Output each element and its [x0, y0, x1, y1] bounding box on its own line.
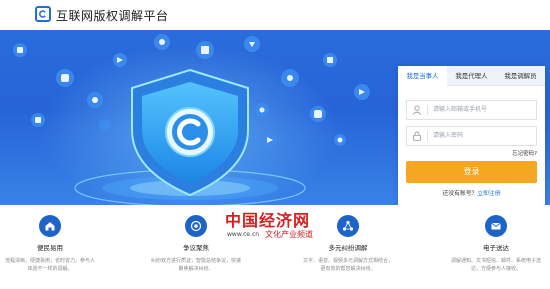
hero-banner: 我是当事人 我是代理人 我是调解员 忘记密码? 登录 还没有账号？立即注册	[0, 30, 550, 205]
feature-title: 便民易用	[37, 244, 63, 252]
register-prompt-text: 还没有账号？	[442, 191, 478, 197]
password-field[interactable]	[406, 126, 537, 146]
house-icon	[39, 215, 61, 237]
account-input[interactable]	[433, 101, 533, 119]
user-icon	[412, 105, 422, 115]
feature-title: 电子送达	[483, 244, 509, 252]
login-card: 我是当事人 我是代理人 我是调解员 忘记密码? 登录 还没有账号？立即注册	[398, 66, 545, 205]
lock-icon	[413, 131, 421, 141]
register-prompt: 还没有账号？立即注册	[398, 188, 545, 197]
password-input[interactable]	[433, 127, 533, 145]
watermark-brand: 中国经济网	[225, 211, 311, 230]
login-role-tabs: 我是当事人 我是代理人 我是调解员	[398, 66, 545, 86]
register-link[interactable]: 立即注册	[477, 191, 500, 197]
feature-desc: 调解通知、文书短信、邮件、系统电子送达，方便参与人接收。	[450, 258, 541, 272]
target-icon	[185, 215, 207, 237]
feature-item: 便民易用 流程清晰，便捷易用，省时省力，参与人体验不一样的调解。	[0, 205, 100, 273]
watermark-url: www.ce.cn	[227, 231, 260, 238]
tab-mediator[interactable]: 我是调解员	[496, 66, 545, 86]
feature-desc: 文字、语音、视频多元调解方式相结合，更有效的帮您解决纠纷。	[302, 258, 393, 272]
ce-watermark: 中国经济网 www.ce.cn 文化产业频道	[225, 207, 345, 247]
tab-party[interactable]: 我是当事人	[398, 66, 447, 86]
feature-desc: 纠纷双方进行质证，智能总结争议，快速聚焦解决纠纷。	[150, 258, 241, 272]
field-divider	[427, 105, 428, 115]
tab-agent[interactable]: 我是代理人	[447, 66, 496, 86]
forgot-password-link[interactable]: 忘记密码?	[512, 149, 537, 157]
login-button[interactable]: 登录	[406, 161, 537, 183]
watermark-channel: 文化产业频道	[265, 230, 313, 239]
feature-item: 电子送达 调解通知、文书短信、邮件、系统电子送达，方便参与人接收。	[446, 205, 546, 273]
account-field[interactable]	[406, 100, 537, 120]
top-bar: 互联网版权调解平台	[0, 0, 550, 31]
field-divider	[427, 131, 428, 141]
envelope-icon	[485, 215, 507, 237]
copyright-logo-icon[interactable]	[35, 6, 51, 22]
feature-desc: 流程清晰，便捷易用，省时省力，参与人体验不一样的调解。	[4, 258, 95, 272]
site-title[interactable]: 互联网版权调解平台	[56, 7, 169, 24]
